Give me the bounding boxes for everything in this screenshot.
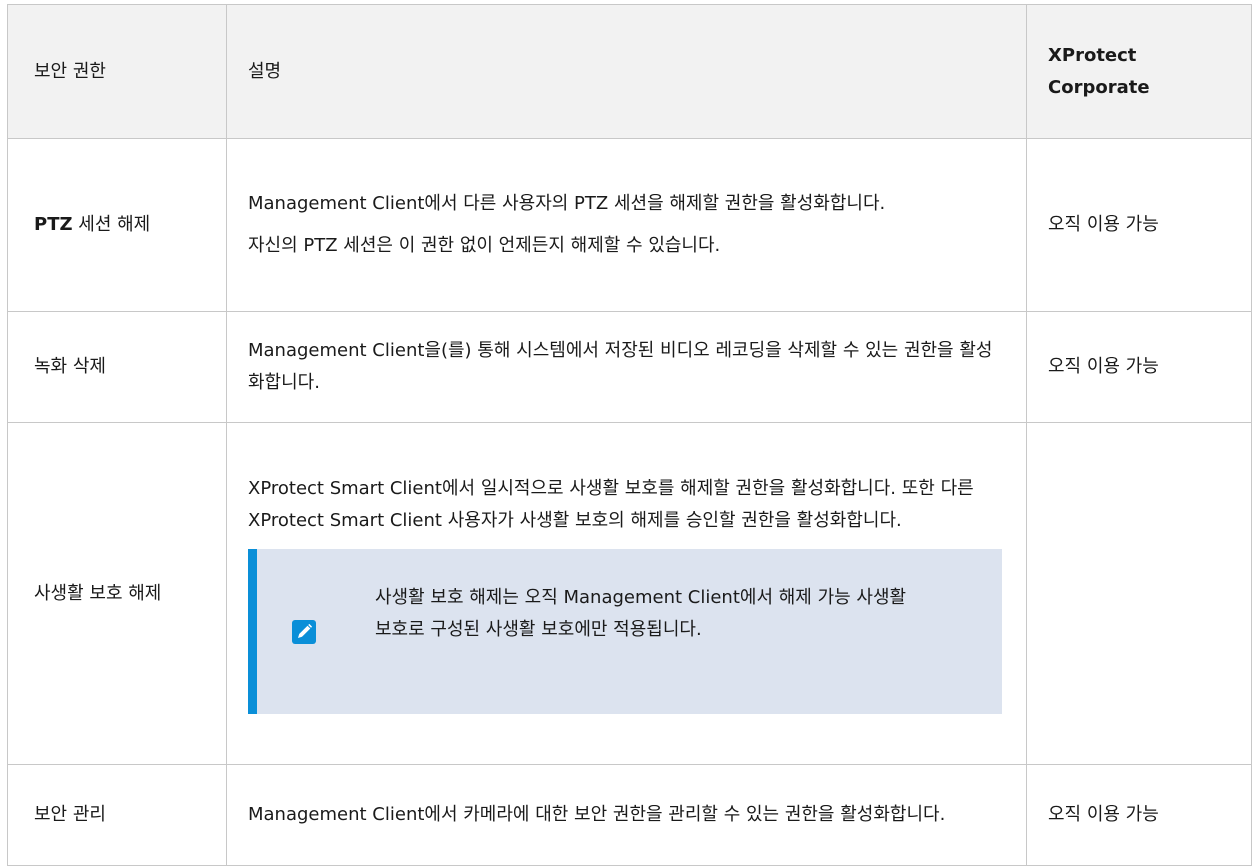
- header-permission: 보안 권한: [7, 4, 227, 139]
- permission-name-rest: 세션 해제: [72, 214, 151, 235]
- availability-cell: 오직 이용 가능: [1026, 311, 1252, 423]
- description-text: Management Client에서 카메라에 대한 보안 권한을 관리할 수…: [248, 804, 946, 825]
- table-row: 녹화 삭제 Management Client을(를) 통해 시스템에서 저장된…: [7, 311, 1252, 423]
- description-cell: Management Client에서 카메라에 대한 보안 권한을 관리할 수…: [226, 764, 1027, 866]
- pencil-icon: [292, 620, 316, 644]
- description-text: Management Client을(를) 통해 시스템에서 저장된 비디오 레…: [248, 340, 993, 393]
- permissions-table: 보안 권한 설명 XProtect Corporate PTZ 세션 해제 Ma…: [7, 4, 1252, 866]
- permission-cell: PTZ 세션 해제: [7, 138, 227, 312]
- header-availability: XProtect Corporate: [1026, 4, 1252, 139]
- permission-cell: 녹화 삭제: [7, 311, 227, 423]
- availability-cell: 오직 이용 가능: [1026, 764, 1252, 866]
- description-cell: Management Client을(를) 통해 시스템에서 저장된 비디오 레…: [226, 311, 1027, 423]
- table-header-row: 보안 권한 설명 XProtect Corporate: [7, 4, 1252, 139]
- permission-name-bold: PTZ: [34, 214, 73, 235]
- availability-cell: [1026, 422, 1252, 765]
- table-row: 보안 관리 Management Client에서 카메라에 대한 보안 권한을…: [7, 764, 1252, 866]
- description-cell: Management Client에서 다른 사용자의 PTZ 세션을 해제할 …: [226, 138, 1027, 312]
- description-text: XProtect Smart Client에서 일시적으로 사생활 보호를 해제…: [248, 478, 974, 531]
- permission-cell: 사생활 보호 해제: [7, 422, 227, 765]
- header-description: 설명: [226, 4, 1027, 139]
- note-text: 사생활 보호 해제는 오직 Management Client에서 해제 가능 …: [375, 587, 907, 640]
- availability-cell: 오직 이용 가능: [1026, 138, 1252, 312]
- permission-cell: 보안 관리: [7, 764, 227, 866]
- table-row: 사생활 보호 해제 XProtect Smart Client에서 일시적으로 …: [7, 422, 1252, 765]
- table-row: PTZ 세션 해제 Management Client에서 다른 사용자의 PT…: [7, 138, 1252, 312]
- description-text: Management Client에서 다른 사용자의 PTZ 세션을 해제할 …: [248, 193, 886, 214]
- description-cell: XProtect Smart Client에서 일시적으로 사생활 보호를 해제…: [226, 422, 1027, 765]
- description-text: 자신의 PTZ 세션은 이 권한 없이 언제든지 해제할 수 있습니다.: [248, 235, 721, 256]
- note-box: 사생활 보호 해제는 오직 Management Client에서 해제 가능 …: [248, 549, 1002, 714]
